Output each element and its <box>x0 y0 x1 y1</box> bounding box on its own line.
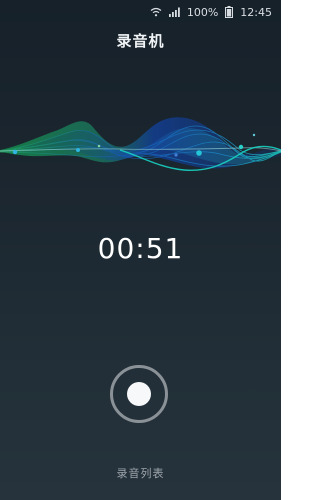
signal-icon <box>168 7 180 17</box>
wifi-icon <box>150 7 162 17</box>
status-indicators: 100% 12:45 <box>150 4 272 20</box>
status-bar: 100% 12:45 <box>0 0 281 24</box>
page-title: 录音机 <box>116 32 165 50</box>
battery-icon <box>225 6 234 18</box>
elapsed-time: 00:51 <box>97 232 184 265</box>
record-button[interactable] <box>110 365 168 423</box>
record-list-button[interactable]: 录音列表 <box>0 465 281 481</box>
battery-percent: 100% <box>186 5 219 19</box>
audio-waveform <box>0 117 281 171</box>
status-time: 12:45 <box>240 5 272 19</box>
record-stop-icon <box>127 382 151 406</box>
recorder-screen: 100% 12:45 录音机 00:51 录音列表 <box>0 0 281 500</box>
